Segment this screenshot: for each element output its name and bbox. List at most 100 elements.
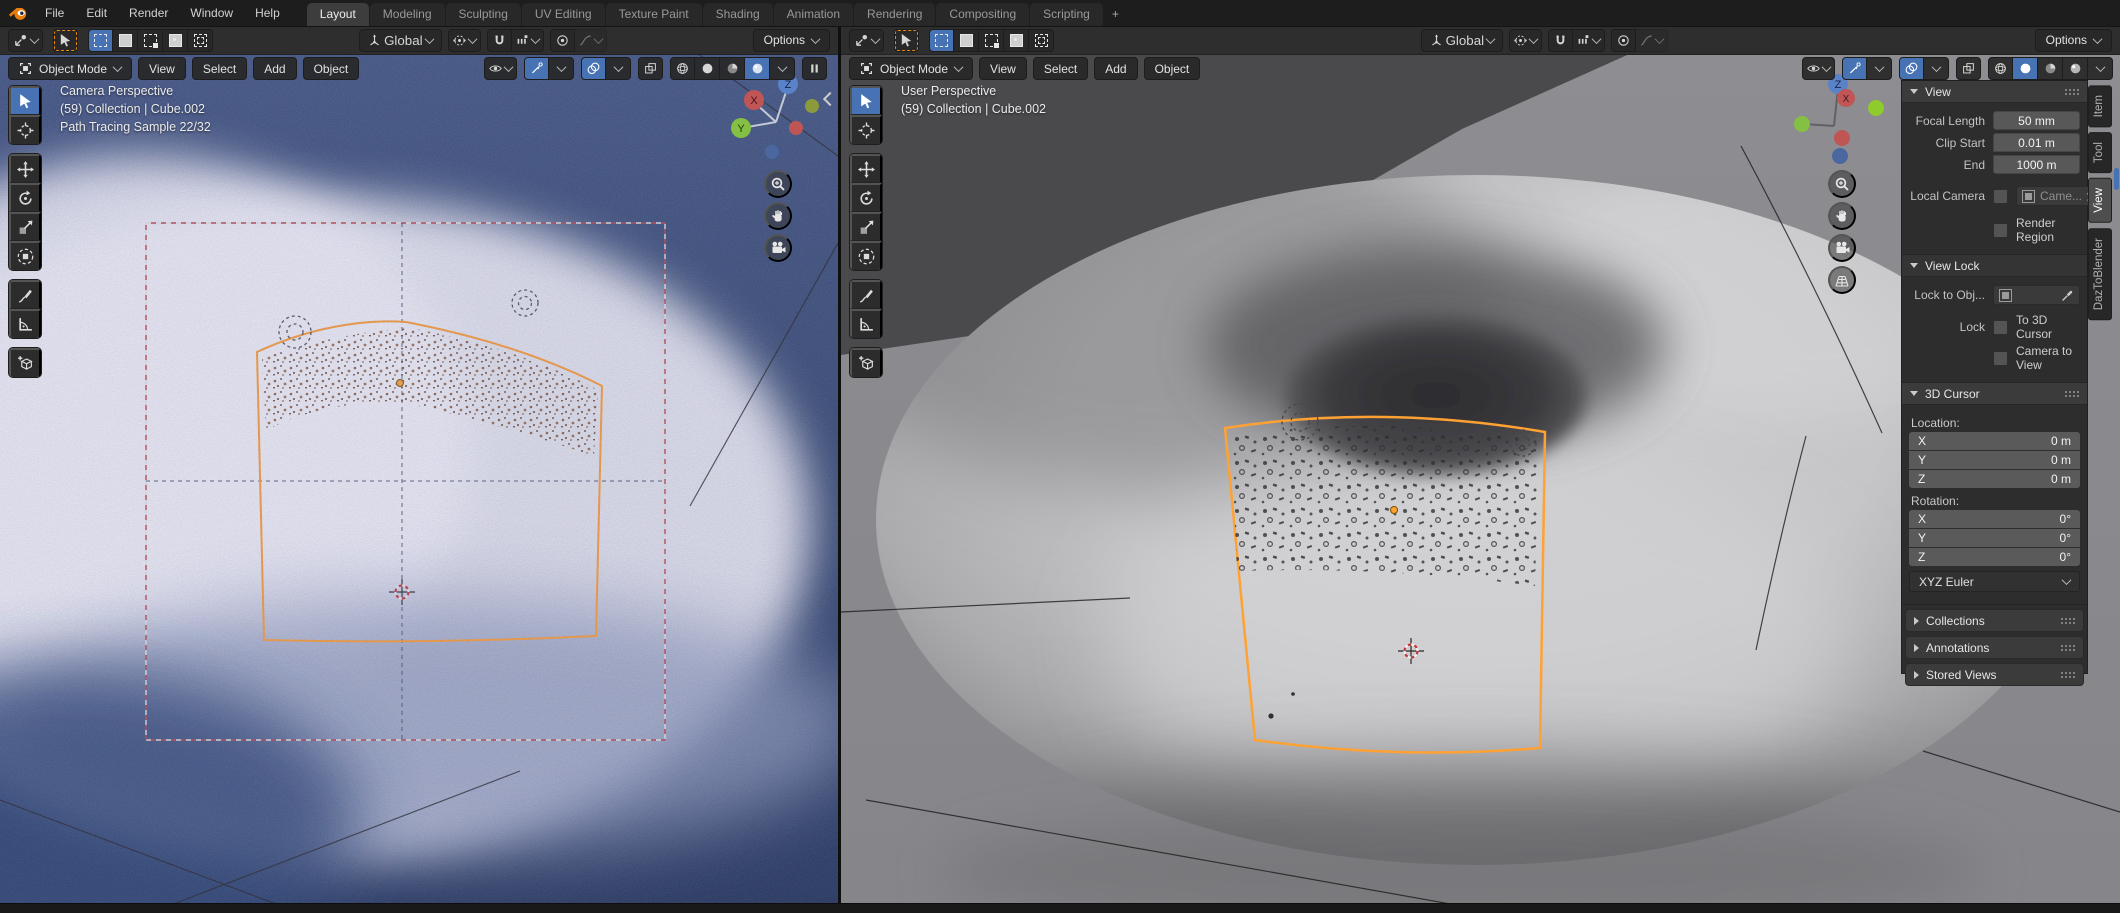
rotate-tool[interactable]: [9, 183, 41, 212]
show-gizmos-toggle[interactable]: [1842, 57, 1867, 80]
active-tool-select-box-button[interactable]: [53, 29, 78, 52]
transform-orientation-button[interactable]: Global: [1421, 29, 1504, 52]
options-button[interactable]: Options: [753, 29, 830, 52]
show-overlays-toggle[interactable]: [581, 57, 606, 80]
overlays-dropdown[interactable]: [1924, 57, 1949, 80]
show-overlays-toggle[interactable]: [1899, 57, 1924, 80]
cursor-tool[interactable]: [850, 115, 882, 144]
cursor-rotation-x-field[interactable]: X 0°: [1909, 510, 2080, 528]
stored-views-panel-header[interactable]: Stored Views: [1905, 663, 2084, 686]
xray-toggle[interactable]: [1956, 57, 1981, 80]
select-mode-set[interactable]: [929, 29, 954, 52]
snap-toggle-button[interactable]: [487, 29, 512, 52]
annotations-panel-header[interactable]: Annotations: [1905, 636, 2084, 659]
shading-dropdown[interactable]: [2088, 57, 2113, 80]
zoom-view-button[interactable]: [1828, 170, 1856, 198]
menu-view[interactable]: View: [979, 57, 1027, 80]
axis-x-negative-handle[interactable]: [1834, 130, 1850, 146]
select-mode-invert[interactable]: [1004, 29, 1029, 52]
rotation-mode-dropdown[interactable]: XYZ Euler: [1909, 571, 2080, 592]
tab-texture-paint[interactable]: Texture Paint: [606, 3, 702, 26]
view-lock-panel-header[interactable]: View Lock: [1902, 255, 2087, 277]
pan-view-button[interactable]: [1828, 202, 1856, 230]
shading-rendered-button[interactable]: [745, 57, 770, 80]
show-gizmos-toggle[interactable]: [524, 57, 549, 80]
select-mode-subtract[interactable]: [979, 29, 1004, 52]
select-box-tool[interactable]: [9, 86, 41, 115]
camera-to-view-checkbox[interactable]: [1993, 351, 2008, 366]
move-tool[interactable]: [850, 154, 882, 183]
sidebar-tab-view[interactable]: View: [2088, 178, 2112, 223]
clip-start-field[interactable]: 0.01 m: [1993, 133, 2080, 152]
cursor-location-z-field[interactable]: Z 0 m: [1909, 470, 2080, 488]
menu-render[interactable]: Render: [118, 0, 179, 26]
panel-grip-icon[interactable]: [2064, 390, 2079, 397]
scale-tool[interactable]: [850, 212, 882, 241]
tab-uv-editing[interactable]: UV Editing: [522, 3, 605, 26]
xray-toggle[interactable]: [638, 57, 663, 80]
move-tool[interactable]: [9, 154, 41, 183]
snap-settings-button[interactable]: [1573, 29, 1605, 52]
tab-scripting[interactable]: Scripting: [1030, 3, 1103, 26]
gizmos-dropdown[interactable]: [549, 57, 574, 80]
menu-add[interactable]: Add: [253, 57, 296, 80]
options-button[interactable]: Options: [2035, 29, 2112, 52]
cursor-panel-header[interactable]: 3D Cursor: [1902, 383, 2087, 405]
sidebar-tab-item[interactable]: Item: [2088, 85, 2112, 127]
tab-shading[interactable]: Shading: [703, 3, 773, 26]
lock-to-object-field[interactable]: [1993, 285, 2080, 305]
clip-end-field[interactable]: 1000 m: [1993, 155, 2080, 174]
add-cube-tool[interactable]: [850, 348, 882, 377]
select-mode-intersect[interactable]: [1029, 29, 1054, 52]
axis-y-negative-handle[interactable]: [805, 99, 819, 113]
pivot-point-button[interactable]: [1509, 29, 1542, 52]
proportional-falloff-button[interactable]: [575, 29, 607, 52]
pan-view-button[interactable]: [764, 202, 792, 230]
tab-modeling[interactable]: Modeling: [370, 3, 445, 26]
pivot-point-button[interactable]: [448, 29, 481, 52]
axis-x-negative-handle[interactable]: [789, 121, 803, 135]
measure-tool[interactable]: [850, 309, 882, 338]
menu-window[interactable]: Window: [179, 0, 244, 26]
add-workspace-button[interactable]: +: [1104, 3, 1127, 26]
selected-object-right[interactable]: [1225, 417, 1545, 753]
camera-view-button[interactable]: [1828, 234, 1856, 262]
overlays-dropdown[interactable]: [606, 57, 631, 80]
shading-solid-button[interactable]: [695, 57, 720, 80]
gizmos-dropdown[interactable]: [1867, 57, 1892, 80]
menu-help[interactable]: Help: [244, 0, 291, 26]
view-panel-header[interactable]: View: [1902, 81, 2087, 103]
panel-grip-icon[interactable]: [2064, 88, 2079, 95]
shading-material-button[interactable]: [2038, 57, 2063, 80]
menu-edit[interactable]: Edit: [75, 0, 118, 26]
panel-grip-icon[interactable]: [2060, 644, 2075, 651]
axis-y-handle[interactable]: [1794, 116, 1810, 132]
cursor-rotation-y-field[interactable]: Y 0°: [1909, 529, 2080, 547]
mode-dropdown[interactable]: Object Mode: [8, 57, 132, 80]
menu-select[interactable]: Select: [192, 57, 247, 80]
3d-viewport-canvas-left[interactable]: [0, 26, 838, 904]
transform-tool[interactable]: [9, 241, 41, 270]
render-region-checkbox[interactable]: [1993, 223, 2008, 238]
select-mode-set[interactable]: [88, 29, 113, 52]
to-3d-cursor-checkbox[interactable]: [1993, 320, 2008, 335]
menu-add[interactable]: Add: [1094, 57, 1137, 80]
shading-material-button[interactable]: [720, 57, 745, 80]
active-tool-select-box-button[interactable]: [894, 29, 919, 52]
sidebar-scrollbar[interactable]: [2114, 168, 2119, 190]
shading-wireframe-button[interactable]: [670, 57, 695, 80]
cursor-location-y-field[interactable]: Y 0 m: [1909, 451, 2080, 469]
camera-view-button[interactable]: [764, 234, 792, 262]
snap-settings-button[interactable]: [512, 29, 544, 52]
scale-tool[interactable]: [9, 212, 41, 241]
mode-dropdown[interactable]: Object Mode: [849, 57, 973, 80]
editor-type-button[interactable]: [8, 29, 43, 52]
annotate-tool[interactable]: [9, 280, 41, 309]
select-box-tool[interactable]: [850, 86, 882, 115]
add-cube-tool[interactable]: [9, 348, 41, 377]
focal-length-field[interactable]: 50 mm: [1993, 111, 2080, 130]
tab-layout[interactable]: Layout: [307, 3, 369, 26]
tab-compositing[interactable]: Compositing: [936, 3, 1029, 26]
menu-view[interactable]: View: [138, 57, 186, 80]
proportional-falloff-button[interactable]: [1636, 29, 1668, 52]
